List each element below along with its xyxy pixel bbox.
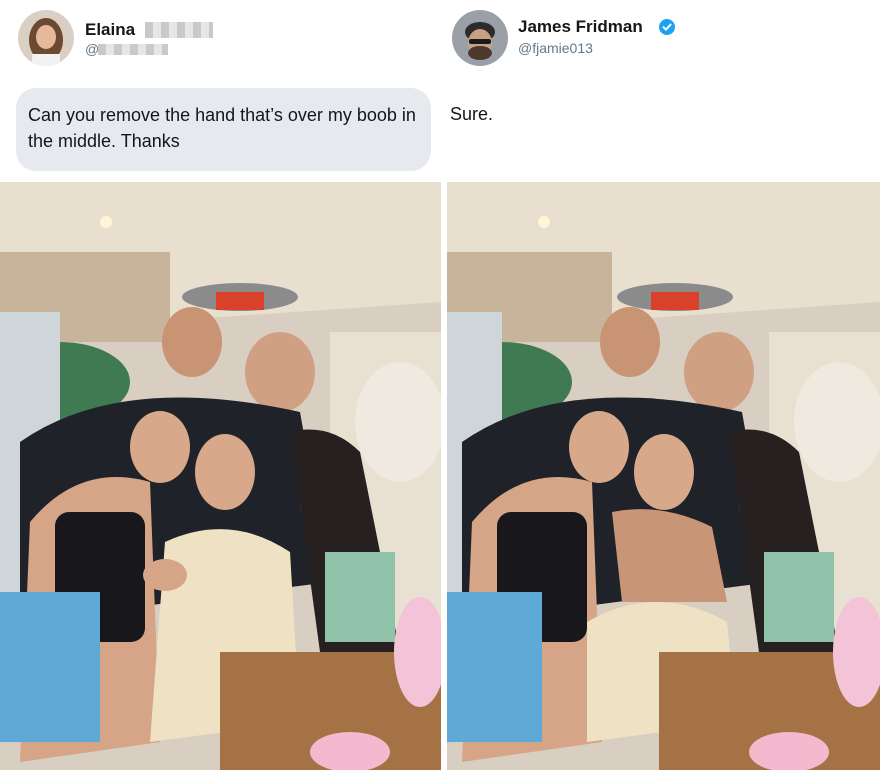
- james-fridman-avatar[interactable]: [452, 10, 508, 66]
- reply-text: Sure.: [450, 104, 494, 124]
- elaina-avatar[interactable]: [18, 10, 74, 66]
- request-message-text: Can you remove the hand that’s over my b…: [28, 105, 416, 151]
- verified-badge-icon: [659, 19, 675, 35]
- reply-tweet: James Fridman @fjamie013 Sure.: [440, 0, 880, 180]
- james-fridman-name[interactable]: James Fridman: [518, 17, 643, 37]
- edited-photo: [447, 182, 880, 770]
- name-redaction: [145, 22, 213, 38]
- handle-redaction: [98, 44, 168, 55]
- james-fridman-handle[interactable]: @fjamie013: [518, 40, 593, 56]
- request-tweet: Elaina @ Can you remove the hand that’s …: [0, 0, 440, 180]
- elaina-name[interactable]: Elaina: [85, 20, 135, 40]
- original-photo: [0, 182, 441, 770]
- request-message-bubble: Can you remove the hand that’s over my b…: [16, 88, 431, 171]
